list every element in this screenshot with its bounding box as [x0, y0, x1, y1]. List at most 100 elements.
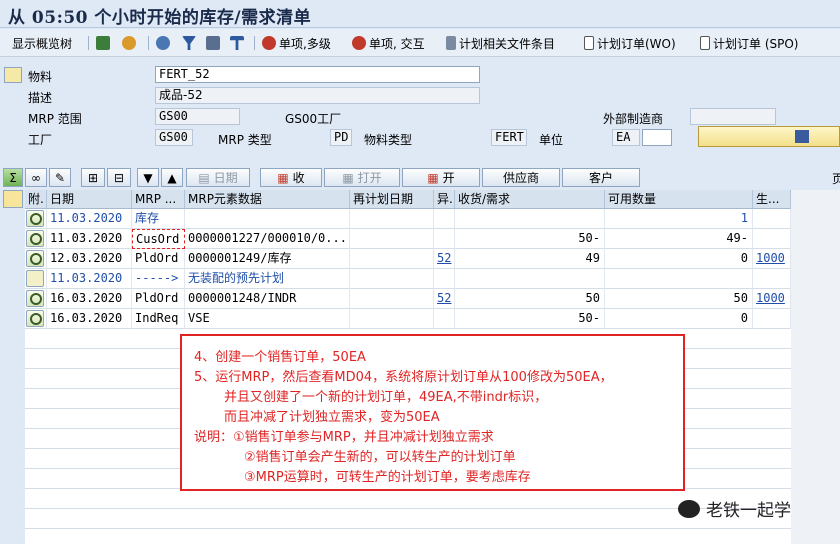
table-row[interactable]: 11.03.2020 CusOrd 0000001227/000010/0...… [25, 229, 791, 249]
material-label: 物料 [28, 70, 53, 84]
layout-icon[interactable] [206, 34, 220, 52]
show-tree-button[interactable]: 显示概览树 [12, 34, 72, 52]
table-row[interactable]: 16.03.2020 IndReq VSE 50- 0 [25, 309, 791, 329]
plant-field: GS00 [155, 129, 193, 146]
col-header-exception[interactable]: 异. [434, 190, 455, 209]
link-icon[interactable]: ∞ [25, 168, 47, 187]
exception-link[interactable]: 52 [434, 249, 455, 269]
row-icon-cell [25, 309, 47, 329]
material-type-label: 物料类型 [364, 133, 413, 147]
date-cell: 16.03.2020 [47, 309, 132, 329]
edit-button[interactable] [698, 126, 840, 147]
available-cell: 1 [605, 209, 753, 229]
sync-icon[interactable] [156, 34, 170, 52]
date-cell: 11.03.2020 [47, 269, 132, 289]
hierarchy-icon[interactable]: ⊞ [81, 168, 105, 187]
description-label: 描述 [28, 91, 53, 105]
title-bar: 从 05:50 个小时开始的库存/需求清单 [0, 0, 840, 28]
material-icon[interactable] [4, 67, 22, 83]
empty-row [25, 509, 791, 529]
mrp-element-cell: 库存 [132, 209, 185, 229]
magnifier-icon[interactable] [26, 290, 44, 307]
customer-label: 客户 [588, 171, 613, 185]
annotation-box: 4、创建一个销售订单，50EA 5、运行MRP，然后查看MD04，系统将原计划订… [180, 334, 685, 491]
date-cell: 11.03.2020 [47, 229, 132, 249]
col-header-available-qty[interactable]: 可用数量 [605, 190, 753, 209]
watermark: 老铁一起学 [678, 496, 791, 521]
select-all-icon[interactable] [3, 190, 23, 208]
blank-icon [26, 270, 44, 287]
qty-cell: 50- [455, 309, 605, 329]
magnifier-icon[interactable] [26, 310, 44, 327]
expand-down-icon[interactable]: ▼ [137, 168, 159, 187]
date-button[interactable]: ▤ 日期 [186, 168, 250, 187]
mrp-data-cell: 无装配的预先计划 [185, 269, 350, 289]
exception-cell [434, 209, 455, 229]
material-field[interactable]: FERT_52 [155, 66, 480, 83]
col-header-date[interactable]: 日期 [47, 190, 132, 209]
col-header-attach[interactable]: 附. [25, 190, 47, 209]
unit-field: EA [612, 129, 640, 146]
annotation-line: 并且又创建了一个新的计划订单，49EA,不带indr标识， [224, 390, 548, 405]
production-cell [753, 309, 791, 329]
table-row[interactable]: 16.03.2020 PldOrd 0000001248/INDR 52 50 … [25, 289, 791, 309]
header-fields: 物料 FERT_52 描述 成品-52 MRP 范围 GS00 GS00工厂 外… [0, 58, 840, 158]
reschedule-cell [350, 229, 434, 249]
refresh-icon[interactable] [96, 34, 110, 52]
available-cell [605, 269, 753, 289]
open-plan-button[interactable]: ▦ 开 [402, 168, 480, 187]
mrp-element-cell[interactable]: CusOrd [132, 229, 185, 249]
unit-extra-field[interactable] [642, 129, 672, 146]
sum-icon[interactable]: Σ [3, 168, 23, 187]
plan-order-spo-button[interactable]: 计划订单 (SPO) [700, 34, 798, 52]
single-pegging-button[interactable]: 单项, 交互 [352, 34, 425, 52]
people-icon[interactable] [122, 34, 136, 52]
plan-files-button[interactable]: 计划相关文件条目 [446, 34, 555, 52]
qty-cell [455, 209, 605, 229]
annotation-line: ②销售订单会产生新的，可以转生产的计划订单 [244, 450, 516, 465]
production-link[interactable]: 1000 [753, 249, 791, 269]
row-icon-cell [25, 229, 47, 249]
exception-cell [434, 309, 455, 329]
col-header-mrp-element[interactable]: MRP ... [132, 190, 185, 209]
single-multi-button[interactable]: 单项,多级 [262, 34, 331, 52]
page-edge-text: 页 [832, 172, 840, 186]
vendor-button[interactable]: 供应商 [482, 168, 560, 187]
mrp-area-label: MRP 范围 [28, 112, 82, 126]
magnifier-icon[interactable] [26, 230, 44, 247]
col-header-receipt-req[interactable]: 收货/需求 [455, 190, 605, 209]
window-title: 从 05:50 个小时开始的库存/需求清单 [8, 8, 312, 28]
table-row[interactable]: 12.03.2020 PldOrd 0000001249/库存 52 49 0 … [25, 249, 791, 269]
filter-icon[interactable] [182, 34, 196, 52]
mrp-data-cell: 0000001249/库存 [185, 249, 350, 269]
reschedule-cell [350, 269, 434, 289]
col-header-reschedule-date[interactable]: 再计划日期 [350, 190, 434, 209]
magnifier-icon[interactable] [26, 250, 44, 267]
magnifier-icon[interactable] [26, 210, 44, 227]
select-layout-icon[interactable] [230, 34, 244, 52]
exception-link[interactable]: 52 [434, 289, 455, 309]
receipts-button[interactable]: ▦ 收 [260, 168, 322, 187]
col-header-mrp-data[interactable]: MRP元素数据 [185, 190, 350, 209]
table-row[interactable]: 11.03.2020 库存 1 [25, 209, 791, 229]
plan-order-wo-button[interactable]: 计划订单(WO) [584, 34, 676, 52]
external-proc-label: 外部制造商 [603, 112, 664, 126]
open-button[interactable]: ▦ 打开 [324, 168, 400, 187]
col-header-production[interactable]: 生... [753, 190, 791, 209]
production-link[interactable]: 1000 [753, 289, 791, 309]
qty-cell [455, 269, 605, 289]
plant-label: 工厂 [28, 133, 53, 147]
table-row[interactable]: 11.03.2020 -----> 无装配的预先计划 [25, 269, 791, 289]
annotation-line: ③MRP运算时，可转生产的计划订单，要考虑库存 [244, 470, 531, 485]
row-icon-cell [25, 289, 47, 309]
reschedule-cell [350, 249, 434, 269]
application-toolbar: 显示概览树 单项,多级 单项, 交互 计划相关文件条目 计划订单(WO) 计划订… [0, 29, 840, 57]
annotation-line: 而且冲减了计划独立需求，变为50EA [224, 410, 440, 425]
annotation-line: 5、运行MRP，然后查看MD04，系统将原计划订单从100修改为50EA， [194, 370, 613, 385]
hierarchy-collapse-icon[interactable]: ⊟ [107, 168, 131, 187]
vendor-label: 供应商 [502, 171, 539, 185]
customer-button[interactable]: 客户 [562, 168, 640, 187]
collapse-up-icon[interactable]: ▲ [161, 168, 183, 187]
receipts-label: 收 [292, 171, 305, 185]
pencil-icon[interactable]: ✎ [49, 168, 71, 187]
